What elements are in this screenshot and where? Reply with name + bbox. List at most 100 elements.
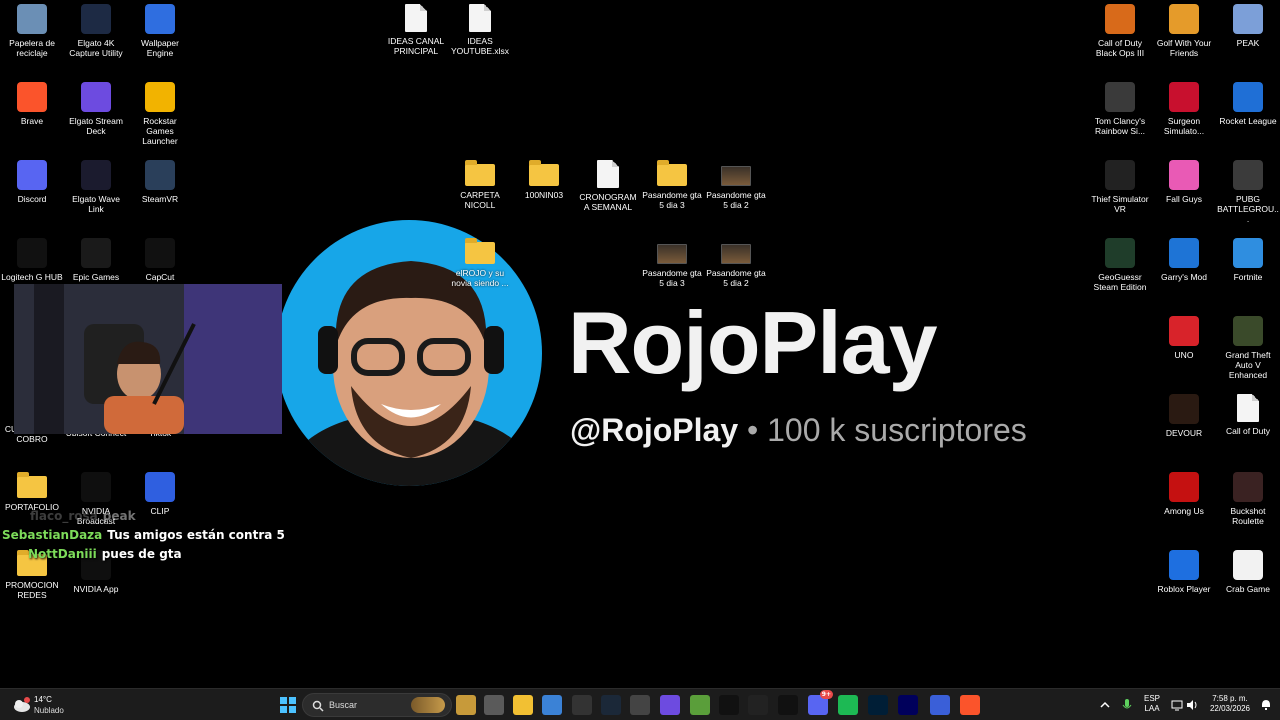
desktop-icon[interactable]: elROJO y su novia siendo ... [448, 238, 512, 288]
peak-icon [1233, 4, 1263, 34]
desktop-icon[interactable]: GeoGuessr Steam Edition [1088, 238, 1152, 292]
widgets-icon[interactable] [456, 695, 476, 715]
store-icon[interactable] [542, 695, 562, 715]
rocket-league-icon [1233, 82, 1263, 112]
desktop-icon-label: Pasandome gta 5 dia 3 [642, 268, 702, 288]
desktop-icon[interactable]: CLIP [128, 472, 192, 516]
steam-icon[interactable] [601, 695, 621, 715]
desktop-icon-label: Elgato Wave Link [72, 194, 120, 214]
desktop-icon-label: PROMOCION REDES [5, 580, 59, 600]
desktop-icon[interactable]: IDEAS CANAL PRINCIPAL [384, 4, 448, 56]
desktop-icon-label: Rockstar Games Launcher [142, 116, 178, 146]
network-icon[interactable] [1171, 699, 1183, 711]
desktop-icon[interactable]: Call of Duty Black Ops III [1088, 4, 1152, 58]
desktop-icon[interactable]: DEVOUR [1152, 394, 1216, 438]
desktop-icon[interactable]: IDEAS YOUTUBE.xlsx [448, 4, 512, 56]
desktop-icon[interactable]: Epic Games [64, 238, 128, 282]
desktop-icon-label: Grand Theft Auto V Enhanced [1225, 350, 1271, 380]
desktop-icon[interactable]: SteamVR [128, 160, 192, 204]
desktop-icon[interactable]: Crab Game [1216, 550, 1280, 594]
devour-icon [1169, 394, 1199, 424]
buckshot-icon [1233, 472, 1263, 502]
folder-icon [17, 472, 47, 498]
logitech-icon[interactable] [778, 695, 798, 715]
clock[interactable]: 7:58 p. m. 22/03/2026 [1204, 694, 1256, 714]
document-icon [597, 160, 619, 188]
desktop-icon[interactable]: UNO [1152, 316, 1216, 360]
desktop-icon[interactable]: Thief Simulator VR [1088, 160, 1152, 214]
desktop-icon[interactable]: PUBG BATTLEGROU... [1216, 160, 1280, 224]
desktop-icon[interactable]: Garry's Mod [1152, 238, 1216, 282]
media-encoder-icon[interactable] [898, 695, 918, 715]
roblox-icon [1169, 550, 1199, 580]
channel-name: RojoPlay [568, 293, 938, 392]
capcut-icon [145, 238, 175, 268]
obs-icon[interactable] [630, 695, 650, 715]
desktop-icon[interactable]: Tom Clancy's Rainbow Si... [1088, 82, 1152, 136]
microphone-icon[interactable] [1122, 698, 1132, 712]
desktop-icon[interactable]: Among Us [1152, 472, 1216, 516]
desktop-icon-label: elROJO y su novia siendo ... [451, 268, 509, 288]
desktop-icon[interactable]: Buckshot Roulette [1216, 472, 1280, 526]
document-icon [1237, 394, 1259, 422]
desktop-icon[interactable]: Logitech G HUB [0, 238, 64, 282]
desktop-icon[interactable]: Fall Guys [1152, 160, 1216, 204]
desktop-icon[interactable]: Call of Duty [1216, 394, 1280, 436]
golf-icon [1169, 4, 1199, 34]
desktop-icon[interactable]: Elgato 4K Capture Utility [64, 4, 128, 58]
chatgpt-icon[interactable] [572, 695, 592, 715]
search-highlight-icon [411, 697, 445, 713]
desktop-icon[interactable]: Discord [0, 160, 64, 204]
spotify-icon[interactable] [838, 695, 858, 715]
brave-icon[interactable] [960, 695, 980, 715]
tiktok-icon[interactable] [719, 695, 739, 715]
desktop-icon[interactable]: CRONOGRAMA SEMANAL [576, 160, 640, 212]
desktop-icon[interactable]: Rocket League [1216, 82, 1280, 126]
desktop-icon[interactable]: 100NIN03 [512, 160, 576, 200]
weather-widget[interactable]: 14°C Nublado [10, 693, 80, 717]
chevron-up-icon[interactable] [1100, 700, 1110, 710]
wallpaper-engine-icon [145, 4, 175, 34]
stream-deck-icon[interactable] [660, 695, 680, 715]
windows-start-icon[interactable] [278, 695, 298, 715]
desktop-icon-label: Pasandome gta 5 dia 3 [642, 190, 702, 210]
desktop-icon[interactable]: Brave [0, 82, 64, 126]
desktop-icon[interactable]: Pasandome gta 5 dia 2 [704, 238, 768, 288]
desktop-icon[interactable]: Roblox Player [1152, 550, 1216, 594]
language-indicator[interactable]: ESP LAA [1140, 694, 1164, 714]
discord-icon[interactable]: 9+ [808, 690, 833, 715]
wave-link-icon[interactable] [748, 695, 768, 715]
cod-bo3-icon [1105, 4, 1135, 34]
desktop-icon[interactable]: Elgato Stream Deck [64, 82, 128, 136]
desktop-icon-label: Fall Guys [1166, 194, 1202, 204]
vegas-icon[interactable] [930, 695, 950, 715]
file-explorer-icon[interactable] [513, 695, 533, 715]
minecraft-icon[interactable] [690, 695, 710, 715]
volume-icon[interactable] [1186, 699, 1198, 711]
desktop-icon-label: Call of Duty Black Ops III [1095, 38, 1145, 58]
desktop-icon[interactable]: Elgato Wave Link [64, 160, 128, 214]
desktop-icon[interactable]: CARPETA NICOLL [448, 160, 512, 210]
desktop-icon[interactable]: CapCut [128, 238, 192, 282]
desktop-icon[interactable]: PEAK [1216, 4, 1280, 48]
desktop-icon[interactable]: Pasandome gta 5 dia 2 [704, 160, 768, 210]
desktop-icon[interactable]: Surgeon Simulato... [1152, 82, 1216, 136]
document-icon [469, 4, 491, 32]
desktop-icon[interactable]: Rockstar Games Launcher [128, 82, 192, 146]
notification-bell-icon[interactable] [1260, 699, 1272, 711]
clock-time: 7:58 p. m. [1212, 694, 1248, 703]
desktop-icon[interactable]: PORTAFOLIO [0, 472, 64, 512]
task-view-icon[interactable] [484, 695, 504, 715]
desktop-icon[interactable]: Pasandome gta 5 dia 3 [640, 238, 704, 288]
desktop-icon[interactable]: Golf With Your Friends [1152, 4, 1216, 58]
search-input[interactable]: Buscar [302, 693, 452, 717]
desktop-icon[interactable]: Pasandome gta 5 dia 3 [640, 160, 704, 210]
desktop-icon-label: UNO [1174, 350, 1194, 360]
desktop-icon[interactable]: Fortnite [1216, 238, 1280, 282]
clock-date: 22/03/2026 [1209, 704, 1251, 713]
desktop-icon[interactable]: Grand Theft Auto V Enhanced [1216, 316, 1280, 380]
desktop-icon[interactable]: Wallpaper Engine [128, 4, 192, 58]
photoshop-icon[interactable] [868, 695, 888, 715]
fall-guys-icon [1169, 160, 1199, 190]
desktop-icon[interactable]: Papelera de reciclaje [0, 4, 64, 58]
